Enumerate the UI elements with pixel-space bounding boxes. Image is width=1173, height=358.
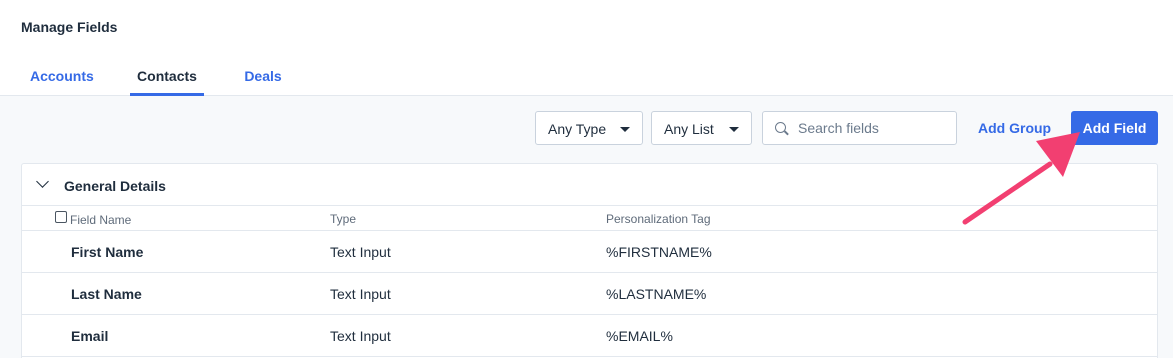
table-header: Field Name Type Personalization Tag — [22, 206, 1157, 231]
search-input[interactable] — [798, 118, 948, 138]
caret-down-icon — [729, 127, 739, 132]
page-title: Manage Fields — [21, 19, 118, 35]
search-icon — [775, 122, 786, 133]
field-group-card: General Details Field Name Type Personal… — [21, 163, 1158, 358]
chevron-down-icon[interactable] — [36, 175, 49, 188]
personalization-tag: %LASTNAME% — [606, 286, 707, 302]
column-header-type: Type — [330, 212, 357, 226]
type-filter-dropdown[interactable]: Any Type — [535, 111, 643, 145]
column-header-field-name: Field Name — [70, 213, 132, 227]
list-filter-dropdown[interactable]: Any List — [651, 111, 752, 145]
add-field-button[interactable]: Add Field — [1071, 111, 1158, 145]
field-type: Text Input — [330, 328, 391, 344]
group-title: General Details — [64, 178, 166, 194]
type-filter-value: Any Type — [548, 121, 607, 137]
personalization-tag: %FIRSTNAME% — [606, 244, 712, 260]
field-type: Text Input — [330, 244, 391, 260]
field-name: Last Name — [71, 286, 142, 302]
select-all-checkbox[interactable] — [55, 211, 67, 223]
tab-deals[interactable]: Deals — [244, 60, 282, 96]
tab-accounts[interactable]: Accounts — [30, 60, 94, 96]
list-filter-value: Any List — [664, 121, 714, 137]
table-row[interactable]: Last Name Text Input %LASTNAME% — [22, 273, 1157, 315]
column-header-personalization-tag: Personalization Tag — [606, 212, 711, 226]
add-group-link[interactable]: Add Group — [978, 120, 1051, 136]
table-row[interactable]: First Name Text Input %FIRSTNAME% — [22, 231, 1157, 273]
field-name: Email — [71, 328, 109, 344]
page-header: Manage Fields Accounts Contacts Deals — [0, 0, 1173, 96]
group-header[interactable]: General Details — [22, 164, 1157, 206]
field-type: Text Input — [330, 286, 391, 302]
caret-down-icon — [620, 127, 630, 132]
table-row[interactable]: Email Text Input %EMAIL% — [22, 315, 1157, 357]
search-box — [762, 111, 957, 145]
field-name: First Name — [71, 244, 144, 260]
personalization-tag: %EMAIL% — [606, 328, 673, 344]
manage-fields-page: Manage Fields Accounts Contacts Deals An… — [0, 0, 1173, 358]
fields-main: Any Type Any List Add Group Add Field Ge… — [0, 96, 1173, 358]
tab-contacts[interactable]: Contacts — [130, 60, 204, 96]
